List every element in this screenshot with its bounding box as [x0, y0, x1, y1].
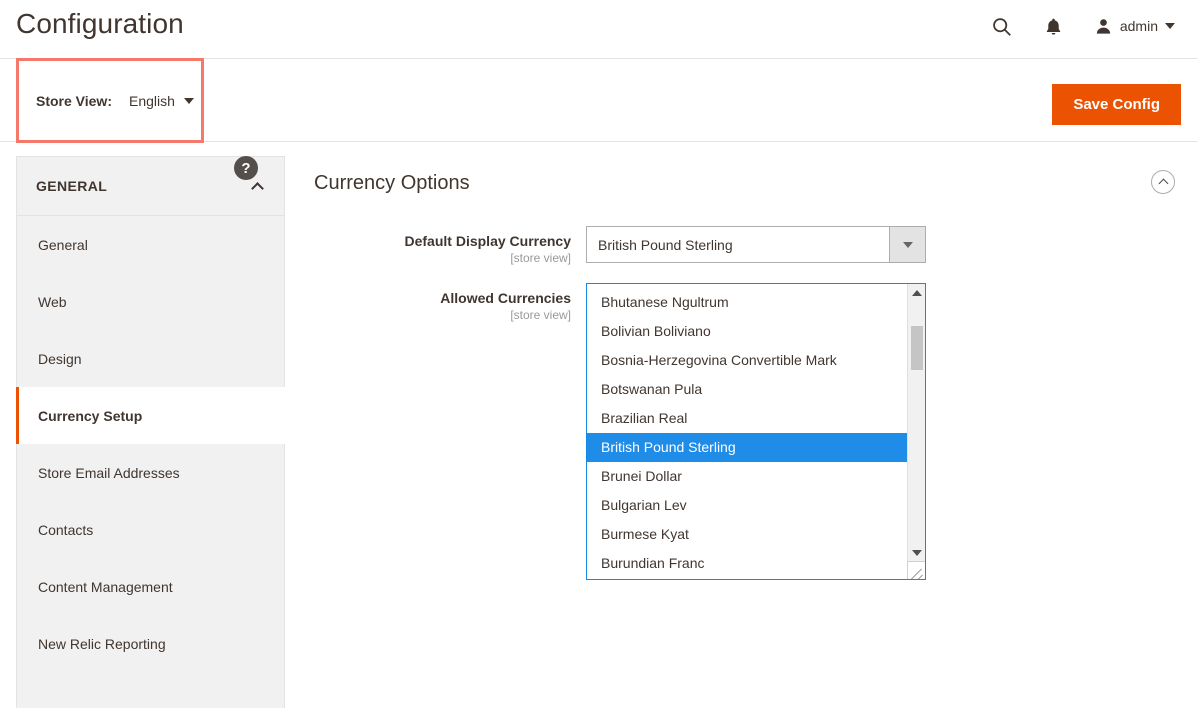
- section-collapse-toggle[interactable]: [1151, 170, 1175, 194]
- multiselect-scrollbar[interactable]: [907, 284, 925, 579]
- sidebar-item-label: Content Management: [38, 578, 173, 595]
- chevron-up-icon: [1158, 178, 1168, 189]
- store-view-current: English: [129, 92, 175, 109]
- sidebar-item-general[interactable]: General: [17, 216, 284, 273]
- list-item[interactable]: Burmese Kyat: [587, 520, 907, 549]
- page-title: Configuration: [16, 8, 184, 39]
- user-avatar-icon: [1096, 18, 1111, 34]
- sidebar-item-currency-setup[interactable]: Currency Setup: [16, 387, 285, 444]
- field-label-group: Default Display Currency [store view]: [300, 226, 586, 265]
- config-content: Currency Options Default Display Currenc…: [300, 142, 1197, 708]
- admin-user-name: admin: [1119, 18, 1158, 34]
- caret-down-icon[interactable]: [889, 227, 925, 262]
- list-item[interactable]: Bhutanese Ngultrum: [587, 288, 907, 317]
- default-display-currency-value: British Pound Sterling: [598, 236, 733, 253]
- list-item-selected[interactable]: British Pound Sterling: [587, 433, 907, 462]
- sidebar-item-content-management[interactable]: Content Management: [17, 558, 284, 615]
- field-default-display-currency: Default Display Currency [store view] Br…: [300, 226, 1197, 265]
- grip-line: [915, 574, 923, 579]
- page-header: Configuration admin: [0, 0, 1197, 58]
- search-icon[interactable]: [976, 8, 1028, 44]
- bell-icon[interactable]: [1028, 8, 1080, 44]
- sidebar-item-design[interactable]: Design: [17, 330, 284, 387]
- store-view-label: Store View:: [36, 92, 112, 109]
- resize-grip-icon[interactable]: [907, 561, 925, 579]
- sidebar-item-label: Design: [38, 350, 82, 367]
- field-control: Bhutanese Ngultrum Bolivian Boliviano Bo…: [586, 283, 926, 580]
- store-view-value[interactable]: English: [129, 93, 194, 109]
- header-actions: admin: [976, 8, 1183, 44]
- sidebar-item-new-relic-reporting[interactable]: New Relic Reporting: [17, 615, 284, 672]
- sidebar-item-label: General: [38, 236, 88, 253]
- field-scope: [store view]: [510, 308, 571, 322]
- question-mark-icon[interactable]: ?: [234, 156, 258, 180]
- default-display-currency-select[interactable]: British Pound Sterling: [586, 226, 926, 263]
- field-label: Allowed Currencies: [440, 290, 571, 306]
- triangle-down-icon: [911, 549, 922, 556]
- list-item[interactable]: Bosnia-Herzegovina Convertible Mark: [587, 346, 907, 375]
- caret-down-icon: [1165, 23, 1175, 29]
- triangle-down-icon: [902, 241, 913, 248]
- list-item[interactable]: Bolivian Boliviano: [587, 317, 907, 346]
- allowed-currencies-multiselect[interactable]: Bhutanese Ngultrum Bolivian Boliviano Bo…: [586, 283, 926, 580]
- sidebar-item-label: Currency Setup: [38, 407, 143, 424]
- sidebar-item-web[interactable]: Web: [17, 273, 284, 330]
- admin-user-menu[interactable]: admin: [1080, 17, 1183, 36]
- field-label: Default Display Currency: [404, 233, 572, 249]
- currency-options-form: Default Display Currency [store view] Br…: [300, 226, 1197, 580]
- list-item[interactable]: Bulgarian Lev: [587, 491, 907, 520]
- sidebar-item-label: Store Email Addresses: [38, 464, 180, 481]
- allowed-currencies-option-list: Bhutanese Ngultrum Bolivian Boliviano Bo…: [587, 284, 907, 579]
- list-item[interactable]: Brunei Dollar: [587, 462, 907, 491]
- sidebar-item-label: Contacts: [38, 521, 94, 538]
- chevron-up-icon: [251, 181, 264, 195]
- list-item[interactable]: Burundian Franc: [587, 549, 907, 578]
- list-item[interactable]: Brazilian Real: [587, 404, 907, 433]
- list-item[interactable]: Botswanan Pula: [587, 375, 907, 404]
- page-body: GENERAL General Web Design Currency Setu…: [0, 142, 1197, 708]
- field-control: British Pound Sterling Use Website: [586, 226, 926, 263]
- sidebar-section-label: GENERAL: [36, 178, 108, 194]
- sidebar-item-store-email-addresses[interactable]: Store Email Addresses: [17, 444, 284, 501]
- store-view-switcher[interactable]: Store View: English: [16, 58, 204, 143]
- caret-down-icon: [183, 97, 194, 104]
- scroll-down-button[interactable]: [908, 544, 925, 561]
- triangle-up-icon: [911, 289, 922, 296]
- subheader-bar: Store View: English ? Save Config: [0, 58, 1197, 180]
- field-label-group: Allowed Currencies [store view]: [300, 283, 586, 322]
- section-header-currency-options: Currency Options: [300, 142, 1197, 195]
- scroll-up-button[interactable]: [908, 284, 925, 301]
- sidebar-item-contacts[interactable]: Contacts: [17, 501, 284, 558]
- save-config-button[interactable]: Save Config: [1052, 84, 1181, 125]
- config-sidebar: GENERAL General Web Design Currency Setu…: [16, 156, 285, 708]
- sidebar-item-label: New Relic Reporting: [38, 635, 166, 652]
- page-section-title: Currency Options: [314, 172, 470, 194]
- field-allowed-currencies: Allowed Currencies [store view] Bhutanes…: [300, 283, 1197, 580]
- field-scope: [store view]: [510, 251, 571, 265]
- scrollbar-thumb[interactable]: [911, 326, 923, 370]
- sidebar-item-label: Web: [38, 293, 67, 310]
